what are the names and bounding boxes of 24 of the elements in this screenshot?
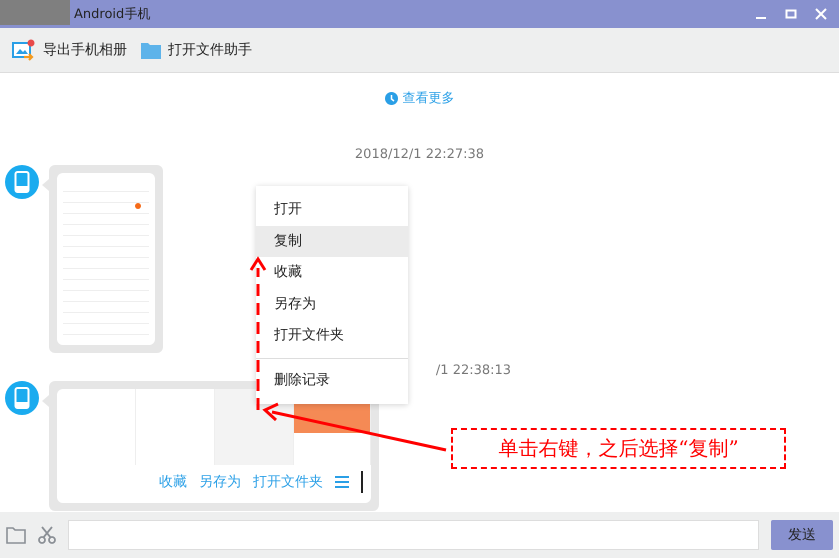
- toolbar-button[interactable]: 导出手机相册: [12, 39, 127, 61]
- phone-avatar-icon: [5, 165, 39, 199]
- app-logo-placeholder: [0, 0, 70, 25]
- clock-icon: [384, 92, 398, 104]
- toolbar-button[interactable]: 打开文件助手: [141, 41, 252, 59]
- context-menu-item[interactable]: 收藏: [256, 257, 408, 288]
- menu-icon[interactable]: [335, 476, 349, 488]
- context-menu-item[interactable]: 打开: [256, 194, 408, 226]
- folder-icon[interactable]: [6, 526, 26, 544]
- message-input-field[interactable]: [68, 520, 759, 550]
- context-menu-item[interactable]: 打开文件夹: [256, 320, 408, 352]
- folder-icon: [141, 42, 161, 58]
- scissors-icon[interactable]: [38, 526, 56, 544]
- window-title: Android手机: [74, 6, 150, 23]
- send-button[interactable]: 发送: [771, 520, 833, 550]
- phone-avatar-icon: [5, 381, 39, 415]
- context-menu-item[interactable]: 复制: [256, 226, 408, 257]
- message-timestamp: 2018/12/1 22:27:38: [354, 147, 484, 164]
- message-timestamp: /1 22:38:13: [436, 363, 512, 380]
- annotation-callout: 单击右键，之后选择“复制”: [451, 428, 786, 469]
- context-menu-item[interactable]: 另存为: [256, 288, 408, 320]
- close-icon[interactable]: [815, 8, 827, 20]
- picture-export-icon: [12, 39, 36, 61]
- maximize-icon[interactable]: [785, 8, 797, 20]
